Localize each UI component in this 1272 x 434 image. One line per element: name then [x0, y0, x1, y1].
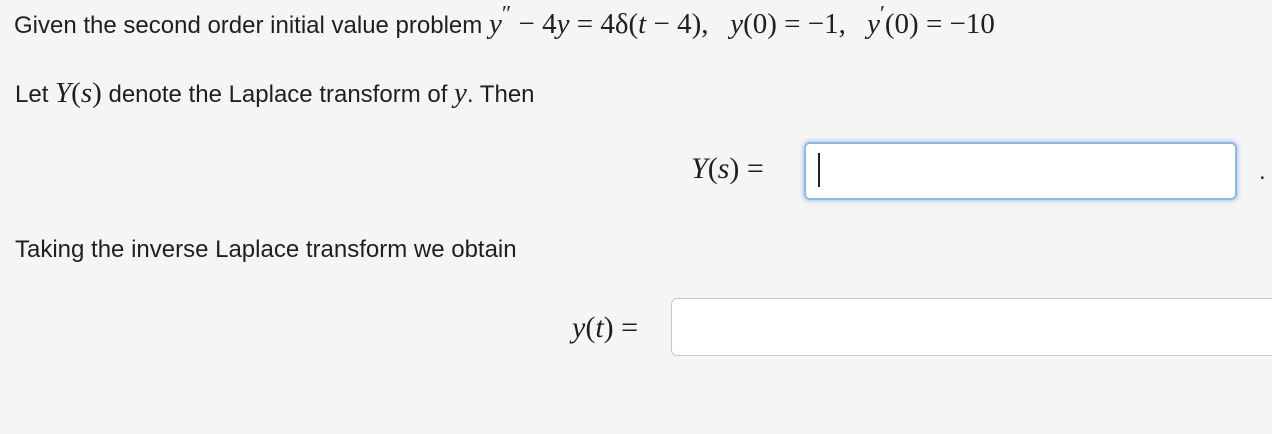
- yt-label: y(t) =: [572, 311, 639, 344]
- problem-statement: Given the second order initial value pro…: [14, 0, 995, 41]
- y-inline-math: y: [454, 77, 467, 109]
- problem-intro: Given the second order initial value pro…: [14, 12, 483, 39]
- trailing-period: .: [1259, 158, 1266, 185]
- laplace-instruction: Let Y(s) denote the Laplace transform of…: [15, 77, 535, 109]
- Ys-label: Y(s) =: [691, 152, 764, 185]
- Ys-inline-math: Y(s): [55, 77, 102, 109]
- initial-condition-1: y(0) = −1,: [730, 8, 846, 40]
- differential-equation: y″ − 4y = 4δ(t − 4),: [488, 0, 709, 40]
- Ys-answer-input[interactable]: [804, 142, 1237, 200]
- text-caret: [818, 153, 820, 187]
- yt-answer-input[interactable]: [671, 298, 1272, 356]
- inverse-instruction: Taking the inverse Laplace transform we …: [15, 236, 517, 263]
- initial-condition-2: y′(0) = −10: [867, 0, 995, 40]
